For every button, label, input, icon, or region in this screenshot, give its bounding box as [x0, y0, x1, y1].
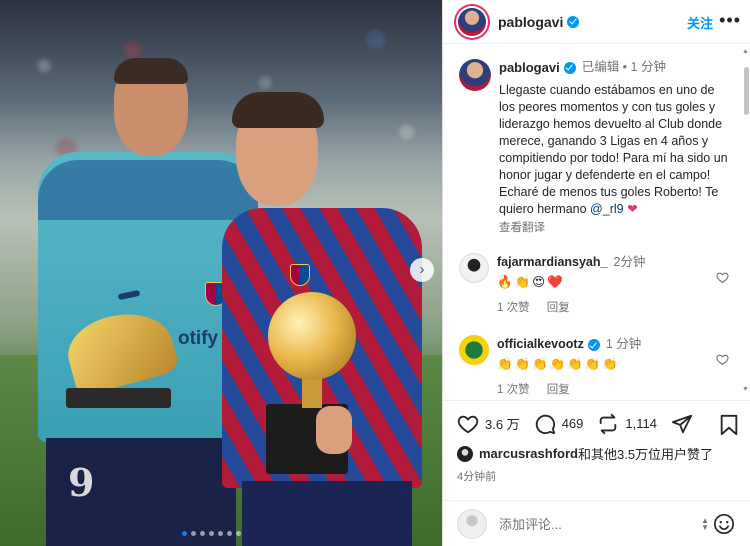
author-avatar[interactable] — [458, 7, 486, 36]
caption-author-avatar[interactable] — [459, 59, 491, 91]
comment-likes-count[interactable]: 1 次赞 — [497, 384, 530, 395]
post-header: pablogavi 关注 ••• — [443, 0, 750, 44]
liked-by-suffix[interactable]: 和其他3.5万位用户赞了 — [578, 444, 713, 463]
repost-icon[interactable] — [597, 413, 619, 435]
comments-scroll-area[interactable]: pablogavi 已编辑 • 1 分钟 Llegaste cuando est… — [443, 45, 743, 395]
golden-boot-base — [66, 388, 171, 408]
comment-reply-button[interactable]: 回复 — [547, 302, 570, 314]
comment-time: 1 分钟 — [605, 337, 642, 351]
shirt-sponsor-text: otify — [178, 328, 219, 349]
likes-count[interactable]: 3.6 万 — [485, 414, 520, 433]
comment-time: 2分钟 — [613, 255, 646, 269]
verified-icon — [587, 338, 600, 351]
heart-outline-icon[interactable] — [457, 413, 479, 435]
instagram-post-view: otify 9 › pablogavi 关注 ••• pablogavi 已编辑… — [0, 0, 750, 546]
commenter-avatar[interactable] — [459, 253, 489, 283]
stepper-down-icon[interactable]: ▼ — [701, 524, 709, 532]
scroll-down-icon[interactable]: ▼ — [742, 386, 749, 393]
commenter-avatar[interactable] — [459, 335, 489, 365]
caption-text: Llegaste cuando estábamos en uno de los … — [499, 83, 732, 216]
heart-emoji: ❤ — [627, 202, 638, 216]
comment-input[interactable]: 添加评论... — [499, 514, 562, 533]
follow-button[interactable]: 关注 — [687, 13, 713, 32]
post-actions-bar: 3.6 万 469 1,114 — [443, 400, 750, 446]
post-photo[interactable]: otify 9 › — [0, 0, 442, 546]
like-action[interactable]: 3.6 万 — [457, 413, 520, 435]
edited-label: 已编辑 • 1 分钟 — [581, 60, 666, 74]
add-comment-bar: 添加评论... ▲ ▼ — [443, 500, 750, 546]
player-right-hair — [232, 92, 324, 128]
caption-author-username[interactable]: pablogavi — [499, 59, 560, 76]
comment-icon[interactable] — [534, 413, 556, 435]
carousel-dot — [182, 531, 187, 536]
comment-text: 🔥👏😍❤️ — [497, 275, 565, 289]
reposts-count[interactable]: 1,114 — [625, 416, 657, 431]
post-timestamp[interactable]: 4分钟前 — [457, 468, 496, 484]
scroll-up-icon[interactable]: ▲ — [742, 48, 749, 55]
verified-icon — [563, 61, 576, 74]
comments-scrollbar[interactable]: ▲ ▼ — [742, 45, 750, 395]
carousel-dot — [200, 531, 205, 536]
carousel-dots — [182, 531, 241, 536]
verified-icon — [567, 15, 580, 28]
post-caption: pablogavi 已编辑 • 1 分钟 Llegaste cuando est… — [443, 45, 743, 237]
player-left-hair — [114, 58, 188, 84]
comment-like-heart-icon[interactable] — [716, 271, 729, 284]
comment-text: 👏👏👏👏👏👏👏 — [497, 357, 620, 371]
carousel-dot — [191, 531, 196, 536]
bookmark-icon[interactable] — [719, 414, 739, 436]
see-translation-link[interactable]: 查看翻译 — [499, 220, 731, 237]
scrollbar-thumb[interactable] — [744, 67, 749, 115]
carousel-dot — [236, 531, 241, 536]
shorts-number: 9 — [68, 460, 95, 505]
current-user-avatar — [457, 508, 487, 539]
comment-input-stepper[interactable]: ▲ ▼ — [701, 517, 709, 532]
comment-action[interactable]: 469 — [534, 413, 584, 435]
golden-ball-stem — [302, 378, 322, 408]
golden-ball-trophy — [268, 292, 356, 380]
share-icon[interactable] — [671, 413, 693, 435]
repost-action[interactable]: 1,114 — [597, 413, 657, 435]
player-right-hand — [316, 406, 352, 454]
mention-link[interactable]: @_rl9 — [590, 202, 624, 216]
carousel-dot — [209, 531, 214, 536]
carousel-dot — [227, 531, 232, 536]
club-crest-icon — [290, 264, 310, 286]
comment-item: officialkevootz 1 分钟 👏👏👏👏👏👏👏 1 次赞 回复 — [443, 335, 743, 395]
comment-reply-button[interactable]: 回复 — [547, 384, 570, 395]
carousel-dot — [218, 531, 223, 536]
emoji-icon[interactable] — [713, 513, 735, 535]
carousel-next-button[interactable]: › — [410, 258, 434, 282]
player-right-shorts — [242, 481, 412, 546]
comments-count[interactable]: 469 — [562, 416, 584, 431]
player-right — [222, 92, 422, 546]
comment-item: fajarmardiansyah_ 2分钟 🔥👏😍❤️ 1 次赞 回复 — [443, 253, 743, 317]
liked-by-line: marcusrashford 和其他3.5万位用户赞了 — [457, 444, 713, 463]
more-options-icon[interactable]: ••• — [719, 10, 741, 31]
liker-username[interactable]: marcusrashford — [479, 446, 578, 461]
liker-avatar[interactable] — [457, 445, 473, 462]
comment-like-heart-icon[interactable] — [716, 353, 729, 366]
share-action[interactable] — [671, 413, 699, 435]
post-side-panel: pablogavi 关注 ••• pablogavi 已编辑 • 1 分钟 Ll… — [442, 0, 750, 546]
commenter-username[interactable]: fajarmardiansyah_ — [497, 255, 607, 269]
comment-likes-count[interactable]: 1 次赞 — [497, 302, 530, 314]
author-username[interactable]: pablogavi — [498, 14, 563, 30]
commenter-username[interactable]: officialkevootz — [497, 337, 584, 351]
